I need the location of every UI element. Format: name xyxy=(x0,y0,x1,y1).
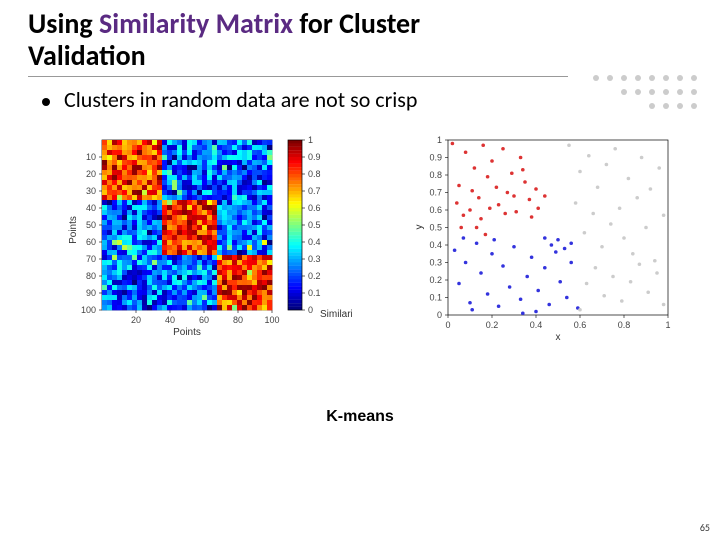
svg-text:90: 90 xyxy=(86,288,96,298)
svg-text:20: 20 xyxy=(86,169,96,179)
svg-text:80: 80 xyxy=(233,315,243,325)
title-underline xyxy=(28,76,568,77)
svg-text:30: 30 xyxy=(86,186,96,196)
scatter-chart: 1 0.9 0.8 0.7 0.6 0.5 0.4 0.3 0.2 0.1 0 0 0.2 0.4 0.6… xyxy=(408,135,698,365)
svg-text:0.9: 0.9 xyxy=(308,152,321,162)
svg-text:0.6: 0.6 xyxy=(574,320,587,330)
svg-text:0.3: 0.3 xyxy=(429,258,442,268)
svg-text:0.6: 0.6 xyxy=(429,205,442,215)
svg-text:1: 1 xyxy=(665,320,670,330)
svg-text:0.4: 0.4 xyxy=(429,240,442,250)
svg-text:100: 100 xyxy=(264,315,279,325)
title-text-purple: Similarity Matrix xyxy=(99,6,299,41)
svg-text:0.7: 0.7 xyxy=(429,188,442,198)
bullet-text: Clusters in random data are not so crisp xyxy=(64,86,417,113)
page-number: 65 xyxy=(700,521,710,534)
svg-text:0: 0 xyxy=(437,310,442,320)
bullet-icon xyxy=(42,98,50,106)
svg-text:0.1: 0.1 xyxy=(308,288,321,298)
svg-text:0.9: 0.9 xyxy=(429,153,442,163)
svg-text:1: 1 xyxy=(437,135,442,145)
svg-text:0.4: 0.4 xyxy=(530,320,543,330)
similarity-matrix-chart: 10 20 30 40 50 60 70 80 90 100 20 40 60 80 100 1 0.9 0.… xyxy=(62,135,352,365)
svg-text:60: 60 xyxy=(199,315,209,325)
caption-kmeans: K-means xyxy=(0,408,720,426)
svg-text:0.3: 0.3 xyxy=(308,254,321,264)
svg-text:80: 80 xyxy=(86,271,96,281)
svg-text:Points: Points xyxy=(173,327,201,338)
svg-text:40: 40 xyxy=(165,315,175,325)
title-text-1: Using xyxy=(28,6,99,41)
svg-text:Points: Points xyxy=(68,216,79,244)
svg-text:0.2: 0.2 xyxy=(308,271,321,281)
svg-text:0: 0 xyxy=(445,320,450,330)
svg-text:10: 10 xyxy=(86,152,96,162)
svg-text:0.4: 0.4 xyxy=(308,237,321,247)
svg-text:0.8: 0.8 xyxy=(308,169,321,179)
corner-dots-icon xyxy=(590,72,700,122)
svg-text:20: 20 xyxy=(131,315,141,325)
svg-text:50: 50 xyxy=(86,220,96,230)
slide: Using Similarity Matrix for Cluster Vali… xyxy=(0,0,720,540)
svg-text:Similarity: Similarity xyxy=(320,309,352,320)
svg-text:100: 100 xyxy=(81,305,96,315)
slide-title: Using Similarity Matrix for Cluster Vali… xyxy=(28,8,528,72)
svg-text:0.6: 0.6 xyxy=(308,203,321,213)
svg-text:x: x xyxy=(556,332,561,343)
svg-text:0.8: 0.8 xyxy=(618,320,631,330)
svg-text:70: 70 xyxy=(86,254,96,264)
svg-text:40: 40 xyxy=(86,203,96,213)
charts-area: 102030405060708090100 20406080100 10.90.… xyxy=(28,135,692,395)
svg-text:0.5: 0.5 xyxy=(429,223,442,233)
bullet-row: Clusters in random data are not so crisp xyxy=(42,86,417,113)
svg-text:0.7: 0.7 xyxy=(308,186,321,196)
svg-text:0: 0 xyxy=(308,305,313,315)
svg-text:1: 1 xyxy=(308,135,313,145)
svg-text:60: 60 xyxy=(86,237,96,247)
svg-text:0.2: 0.2 xyxy=(486,320,499,330)
svg-text:y: y xyxy=(414,225,425,230)
svg-text:0.8: 0.8 xyxy=(429,170,442,180)
svg-text:0.5: 0.5 xyxy=(308,220,321,230)
svg-text:0.1: 0.1 xyxy=(429,293,442,303)
svg-text:0.2: 0.2 xyxy=(429,275,442,285)
